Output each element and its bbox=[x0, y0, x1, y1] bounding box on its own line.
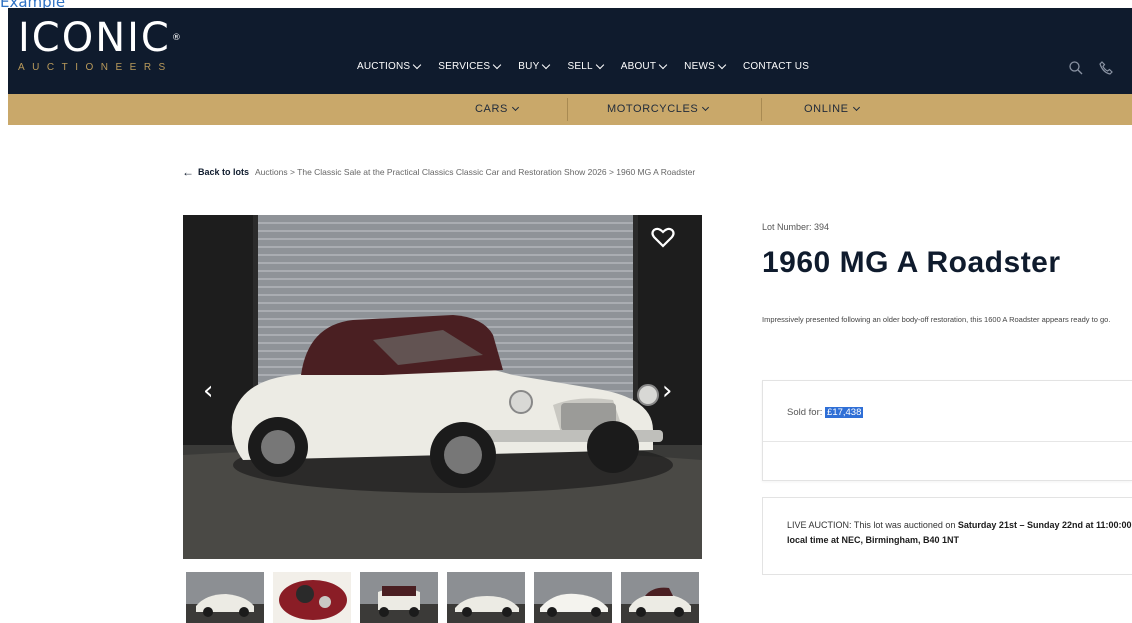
menu-contact-us[interactable]: CONTACT US bbox=[743, 61, 809, 72]
phone-icon[interactable] bbox=[1098, 60, 1114, 76]
chevron-down-icon bbox=[542, 60, 551, 70]
menu-services[interactable]: SERVICES bbox=[438, 60, 502, 72]
menu-services-label: SERVICES bbox=[438, 61, 491, 72]
menu-news[interactable]: NEWS bbox=[684, 60, 727, 72]
menu-about[interactable]: ABOUT bbox=[620, 60, 668, 72]
menu-sell[interactable]: SELL bbox=[567, 60, 604, 72]
car-photo bbox=[183, 215, 702, 559]
menu-auctions[interactable]: AUCTIONS bbox=[357, 60, 422, 72]
menu-about-label: ABOUT bbox=[620, 61, 657, 72]
logo-registered-mark: ® bbox=[171, 33, 183, 43]
lot-title: 1960 MG A Roadster bbox=[762, 246, 1061, 279]
menu-buy-label: BUY bbox=[518, 61, 540, 72]
top-navigation: ICONIC® AUCTIONEERS AUCTIONS SERVICES BU… bbox=[8, 8, 1132, 94]
chevron-down-icon bbox=[717, 60, 727, 70]
menu-sell-label: SELL bbox=[567, 61, 593, 72]
subnav-online[interactable]: ONLINE bbox=[804, 103, 860, 115]
logo-subtitle: AUCTIONEERS bbox=[18, 62, 173, 73]
chevron-down-icon bbox=[658, 60, 668, 70]
back-to-lots-label: Back to lots bbox=[198, 167, 250, 177]
thumbnail[interactable] bbox=[534, 572, 612, 623]
menu-contact-label: CONTACT US bbox=[742, 61, 810, 72]
chevron-down-icon bbox=[595, 60, 604, 70]
sold-row: Sold for: £17,438 bbox=[787, 407, 864, 418]
arrow-left-icon: ← bbox=[182, 164, 194, 179]
lot-number: Lot Number: 394 bbox=[762, 222, 830, 232]
chevron-down-icon bbox=[511, 103, 520, 112]
main-menu: AUCTIONS SERVICES BUY SELL ABOUT NEWS CO… bbox=[357, 60, 809, 72]
menu-news-label: NEWS bbox=[684, 61, 715, 72]
heart-icon[interactable] bbox=[651, 226, 675, 248]
breadcrumb-path[interactable]: Auctions > The Classic Sale at the Pract… bbox=[255, 167, 695, 177]
thumbnail[interactable] bbox=[447, 572, 525, 623]
chevron-down-icon bbox=[852, 103, 860, 112]
subnav-motorcycles[interactable]: MOTORCYCLES bbox=[607, 103, 710, 115]
back-to-lots-link[interactable]: ← Back to lots bbox=[182, 164, 250, 179]
menu-buy[interactable]: BUY bbox=[518, 60, 551, 72]
chevron-down-icon bbox=[413, 60, 422, 70]
sold-label: Sold for: bbox=[787, 407, 826, 418]
subnav-divider bbox=[567, 98, 568, 121]
gallery-next-arrow[interactable]: › bbox=[662, 378, 672, 404]
divider bbox=[763, 441, 1132, 442]
header-icons bbox=[1068, 60, 1114, 76]
main-car-image[interactable] bbox=[183, 215, 702, 559]
live-auction-panel: LIVE AUCTION: This lot was auctioned on … bbox=[762, 497, 1132, 575]
live-auction-prefix: LIVE AUCTION: This lot was auctioned on bbox=[787, 520, 958, 530]
subnav-motorcycles-label: MOTORCYCLES bbox=[607, 103, 699, 115]
subnav-cars-label: CARS bbox=[475, 103, 508, 115]
logo-wordmark: ICONIC bbox=[18, 15, 171, 61]
breadcrumb: ← Back to lots Auctions > The Classic Sal… bbox=[182, 164, 695, 179]
thumbnail[interactable] bbox=[273, 572, 351, 623]
thumbnail[interactable] bbox=[360, 572, 438, 623]
subnav-cars[interactable]: CARS bbox=[475, 103, 520, 115]
category-subnav: CARS MOTORCYCLES ONLINE bbox=[8, 94, 1132, 125]
thumbnail[interactable] bbox=[186, 572, 264, 623]
chevron-down-icon bbox=[702, 103, 710, 112]
subnav-divider bbox=[761, 98, 762, 121]
thumbnail-strip bbox=[186, 572, 699, 623]
chevron-down-icon bbox=[493, 60, 502, 70]
sold-panel: Sold for: £17,438 bbox=[762, 380, 1132, 481]
thumbnail[interactable] bbox=[621, 572, 699, 623]
sold-price[interactable]: £17,438 bbox=[825, 407, 864, 418]
gallery-prev-arrow[interactable]: ‹ bbox=[203, 378, 213, 404]
lot-description: Impressively presented following an olde… bbox=[762, 315, 1111, 324]
live-auction-text: LIVE AUCTION: This lot was auctioned on … bbox=[787, 518, 1132, 548]
menu-auctions-label: AUCTIONS bbox=[357, 61, 411, 72]
iconic-logo[interactable]: ICONIC® AUCTIONEERS bbox=[18, 18, 183, 73]
subnav-online-label: ONLINE bbox=[804, 103, 849, 115]
search-icon[interactable] bbox=[1068, 60, 1084, 76]
